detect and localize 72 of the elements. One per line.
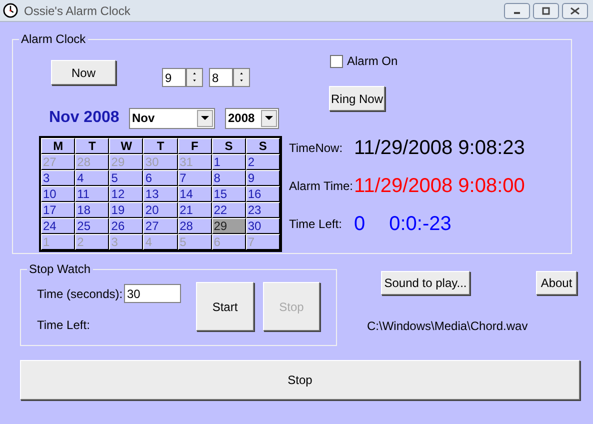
calendar-day[interactable]: 23 xyxy=(246,202,280,218)
calendar-day[interactable]: 20 xyxy=(143,202,178,218)
calendar-day[interactable]: 6 xyxy=(143,170,178,186)
weekday-header: S xyxy=(246,138,280,154)
weekday-header: T xyxy=(75,138,110,154)
weekday-header: S xyxy=(212,138,246,154)
clock-icon xyxy=(3,3,18,18)
calendar-day[interactable]: 8 xyxy=(212,170,246,186)
field-label: Time Left: xyxy=(289,216,343,233)
calendar-day[interactable]: 14 xyxy=(178,186,212,202)
minute-field[interactable]: 8 xyxy=(209,68,233,87)
seconds-field[interactable]: 30 xyxy=(124,284,181,303)
calendar-day[interactable]: 19 xyxy=(109,202,144,218)
weekday-header: M xyxy=(41,138,76,154)
stop-alarm-button[interactable]: Stop xyxy=(20,360,580,400)
calendar-day[interactable]: 29 xyxy=(212,218,246,234)
field-label: TimeNow: xyxy=(289,140,344,157)
calendar-day[interactable]: 30 xyxy=(246,218,280,234)
calendar-day[interactable]: 28 xyxy=(178,218,212,234)
ring-now-button[interactable]: Ring Now xyxy=(329,86,385,111)
field-label: Time (seconds): xyxy=(37,286,124,302)
calendar-day[interactable]: 11 xyxy=(75,186,110,202)
spin-buttons[interactable] xyxy=(186,68,203,87)
calendar-day[interactable]: 5 xyxy=(109,170,144,186)
calendar-day[interactable]: 27 xyxy=(143,218,178,234)
calendar-day[interactable]: 22 xyxy=(212,202,246,218)
field-label: Time Left: xyxy=(37,317,91,334)
calendar-day[interactable]: 18 xyxy=(75,202,110,218)
calendar-day[interactable]: 17 xyxy=(41,202,76,218)
calendar-day[interactable]: 1 xyxy=(212,154,246,170)
weekday-header: T xyxy=(143,138,178,154)
calendar-day[interactable]: 25 xyxy=(75,218,110,234)
calendar-day[interactable]: 15 xyxy=(212,186,246,202)
sound-file-path: C:\Windows\Media\Chord.wav xyxy=(367,318,529,335)
month-heading: Nov 2008 xyxy=(49,108,120,128)
calendar-day[interactable]: 13 xyxy=(143,186,178,202)
calendar-day[interactable]: 16 xyxy=(246,186,280,202)
calendar-day[interactable]: 21 xyxy=(178,202,212,218)
close-button[interactable] xyxy=(562,2,588,18)
field-label: Alarm Time: xyxy=(289,178,354,195)
month-select[interactable]: Nov xyxy=(129,108,215,128)
sound-to-play-button[interactable]: Sound to play... xyxy=(381,271,470,295)
time-now-value: 11/29/2008 9:08:23 xyxy=(354,136,526,161)
alarm-time-value: 11/29/2008 9:08:00 xyxy=(354,174,526,199)
minimize-button[interactable] xyxy=(504,2,530,18)
group-title: Stop Watch xyxy=(28,261,92,278)
about-button[interactable]: About xyxy=(536,271,577,295)
calendar-day[interactable]: 12 xyxy=(109,186,144,202)
checkbox-label: Alarm On xyxy=(347,53,398,70)
days-left-value: 0 xyxy=(354,212,366,237)
time-left-value: 0:0:-23 xyxy=(389,212,452,237)
alarm-on-checkbox[interactable] xyxy=(330,54,343,68)
calendar-day[interactable]: 10 xyxy=(41,186,76,202)
calendar-day[interactable]: 3 xyxy=(41,170,76,186)
calendar-day[interactable]: 7 xyxy=(178,170,212,186)
maximize-button[interactable] xyxy=(533,2,559,18)
weekday-header: F xyxy=(178,138,212,154)
spin-buttons[interactable] xyxy=(233,68,250,87)
calendar-day[interactable]: 24 xyxy=(41,218,76,234)
calendar-day[interactable]: 4 xyxy=(75,170,110,186)
year-select[interactable]: 2008 xyxy=(225,108,279,128)
weekday-header: W xyxy=(109,138,144,154)
calendar-day[interactable]: 9 xyxy=(246,170,280,186)
group-title: Alarm Clock xyxy=(20,31,87,48)
now-button[interactable]: Now xyxy=(51,60,116,85)
maximize-icon xyxy=(541,6,551,14)
close-icon xyxy=(570,6,580,14)
calendar-day[interactable]: 2 xyxy=(246,154,280,170)
window-title: Ossie's Alarm Clock xyxy=(24,2,130,20)
calendar-day[interactable]: 26 xyxy=(109,218,144,234)
start-button[interactable]: Start xyxy=(196,282,254,331)
hour-field[interactable]: 9 xyxy=(162,68,186,87)
